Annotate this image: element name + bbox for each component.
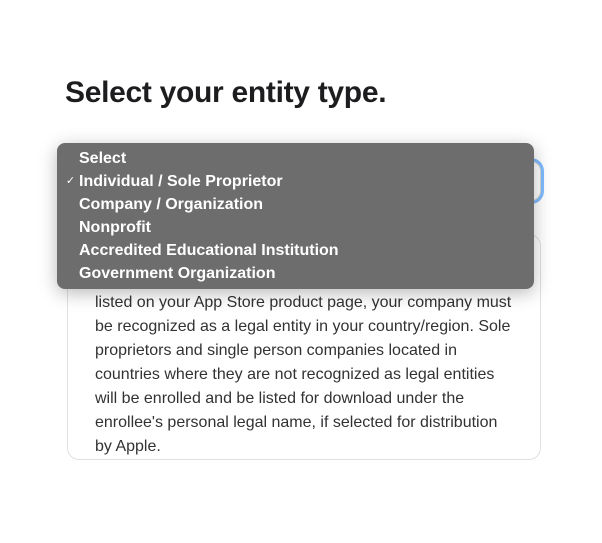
dropdown-option[interactable]: Government Organization bbox=[57, 262, 534, 285]
dropdown-option[interactable]: ✓Individual / Sole Proprietor bbox=[57, 170, 534, 193]
entity-type-dropdown: Select✓Individual / Sole ProprietorCompa… bbox=[57, 143, 534, 289]
check-icon: ✓ bbox=[62, 176, 79, 187]
dropdown-option-label: Government Organization bbox=[79, 266, 275, 282]
dropdown-option-label: Company / Organization bbox=[79, 197, 263, 213]
dropdown-option[interactable]: Select bbox=[57, 147, 534, 170]
dropdown-option[interactable]: Company / Organization bbox=[57, 193, 534, 216]
dropdown-option-label: Select bbox=[79, 151, 126, 167]
dropdown-option[interactable]: Nonprofit bbox=[57, 216, 534, 239]
dropdown-option-label: Accredited Educational Institution bbox=[79, 243, 339, 259]
page-title: Select your entity type. bbox=[65, 76, 386, 110]
dropdown-option-label: Nonprofit bbox=[79, 220, 151, 236]
info-card-text: listed on your App Store product page, y… bbox=[95, 291, 513, 459]
dropdown-option-label: Individual / Sole Proprietor bbox=[79, 174, 283, 190]
dropdown-option[interactable]: Accredited Educational Institution bbox=[57, 239, 534, 262]
